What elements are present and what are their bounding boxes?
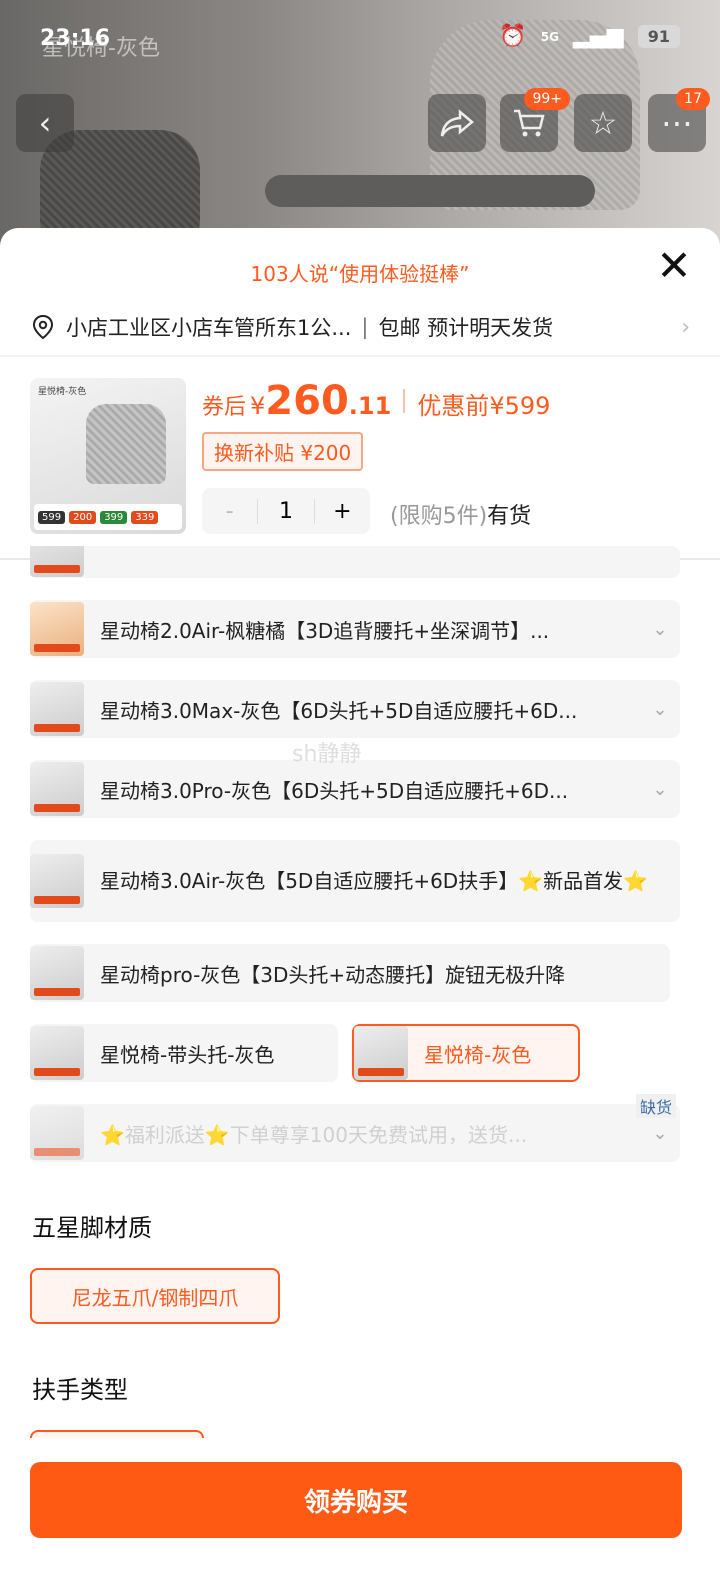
decrease-button[interactable]: -	[202, 499, 257, 524]
sku-selection-sheet: 103人说“使用体验挺棒” ✕ 小店工业区小店车管所东1公... | 包邮 预计…	[0, 228, 720, 1584]
quantity-stepper: - 1 +	[202, 488, 370, 534]
chevron-down-icon[interactable]: ⌄	[640, 1123, 680, 1144]
quantity-value[interactable]: 1	[257, 498, 315, 524]
trade-in-subsidy-badge: 换新补贴 ¥200	[202, 432, 364, 471]
option-label: 星动椅2.0Air-枫糖橘【3D追背腰托+坐深调节】...	[100, 618, 550, 643]
price-decimal: .11	[348, 392, 392, 420]
more-button[interactable]: ⋯ 17	[648, 88, 710, 152]
share-icon	[440, 109, 474, 137]
thumbnail-price-strip: 599 200 399 339	[34, 504, 182, 530]
close-icon: ✕	[656, 241, 692, 290]
thumbnail-chair	[86, 404, 166, 484]
option-thumbnail	[30, 762, 84, 816]
chevron-down-icon[interactable]: ⌄	[640, 699, 680, 720]
watermark: sh静静	[292, 742, 362, 767]
claim-coupon-buy-button[interactable]: 领券购买	[30, 1462, 682, 1538]
currency-symbol: ¥	[250, 392, 266, 420]
option-item-out-of-stock[interactable]: ⭐福利派送⭐下单尊享100天免费试用，送货... ⌄ 缺货	[30, 1094, 680, 1162]
option-thumbnail	[30, 946, 84, 1000]
option-label: 星动椅3.0Air-灰色【5D自适应腰托+6D扶手】⭐新品首发⭐	[100, 869, 649, 893]
option-thumbnail	[354, 1026, 408, 1080]
option-item[interactable]: 星动椅3.0Max-灰色【6D头托+5D自适应腰托+6D... ⌄	[30, 680, 680, 738]
option-item[interactable]: 星动椅2.0Air-枫糖橘【3D追背腰托+坐深调节】... ⌄	[30, 600, 680, 658]
cart-button[interactable]: 99+	[500, 88, 570, 152]
purchase-limit: (限购5件)	[390, 504, 488, 529]
option-item-selected[interactable]: 星悦椅-灰色	[352, 1024, 580, 1082]
delivery-address-row[interactable]: 小店工业区小店车管所东1公... | 包邮 预计明天发货 ›	[30, 306, 690, 348]
star-icon: ☆	[588, 104, 618, 142]
chevron-down-icon[interactable]: ⌄	[640, 619, 680, 640]
price-row: 券后 ¥ 260 .11 优惠前 ¥599	[202, 378, 550, 424]
product-summary: 星悦椅-灰色 599 200 399 339 券后 ¥ 260 .11 优惠前 …	[30, 378, 720, 558]
message-badge: 17	[676, 88, 710, 110]
option-label: 星动椅pro-灰色【3D头托+动态腰托】旋钮无极升降	[100, 962, 566, 987]
option-label: 星悦椅-灰色	[424, 1042, 532, 1067]
chevron-down-icon[interactable]: ⌄	[640, 779, 680, 800]
option-item[interactable]: 星悦椅-带头托-灰色	[30, 1024, 338, 1082]
coupon-price-label: 券后	[202, 395, 247, 420]
base-material-option[interactable]: 尼龙五爪/钢制四爪	[30, 1268, 280, 1324]
original-price: ¥599	[489, 392, 551, 420]
thumbnail-tag: 200	[69, 510, 97, 524]
bottom-action-bar: 领券购买	[0, 1438, 720, 1584]
chair-armrest	[265, 175, 595, 207]
review-highlight: 103人说“使用体验挺棒”	[250, 262, 470, 286]
back-button[interactable]: ‹	[16, 94, 74, 152]
location-pin-icon	[32, 314, 54, 340]
clock: 23:16	[40, 26, 111, 51]
divider	[0, 355, 720, 357]
close-button[interactable]: ✕	[652, 245, 696, 290]
product-thumbnail[interactable]: 星悦椅-灰色 599 200 399 339	[30, 378, 186, 534]
option-thumbnail	[30, 854, 84, 908]
alarm-icon: ⏰	[499, 24, 527, 49]
status-icons: ⏰ 5G ▂▄▆ 91	[499, 24, 680, 49]
stock-info: (限购5件)有货	[390, 498, 531, 530]
out-of-stock-badge: 缺货	[635, 1094, 676, 1118]
status-bar: 星悦椅-灰色 23:16 ⏰ 5G ▂▄▆ 91	[0, 0, 720, 80]
option-item[interactable]: 星动椅3.0Air-灰色【5D自适应腰托+6D扶手】⭐新品首发⭐	[30, 840, 680, 922]
section-title-armrest: 扶手类型	[32, 1376, 128, 1404]
thumbnail-label: 星悦椅-灰色	[38, 387, 87, 397]
thumbnail-tag: 599	[38, 510, 66, 524]
option-item[interactable]: 星动椅3.0Pro-灰色【6D头托+5D自适应腰托+6D... ⌄	[30, 760, 680, 818]
favorite-button[interactable]: ☆	[574, 94, 632, 152]
price-integer: 260	[265, 378, 349, 424]
option-thumbnail	[30, 602, 84, 656]
increase-button[interactable]: +	[315, 499, 370, 524]
separator: |	[361, 315, 369, 339]
thumbnail-tag: 399	[100, 510, 128, 524]
option-thumbnail	[30, 1026, 84, 1080]
chevron-left-icon: ‹	[38, 104, 52, 142]
thumbnail-tag: 339	[131, 510, 159, 524]
option-item[interactable]: 星动椅pro-灰色【3D头托+动态腰托】旋钮无极升降	[30, 944, 670, 1002]
address-text: 小店工业区小店车管所东1公...	[66, 316, 352, 340]
cart-badge: 99+	[524, 88, 570, 110]
option-thumbnail	[30, 682, 84, 736]
option-partially-hidden[interactable]	[30, 546, 680, 578]
signal-icon: ▂▄▆	[572, 24, 624, 49]
option-thumbnail	[30, 1106, 84, 1160]
share-button[interactable]	[428, 94, 486, 152]
option-label: 星动椅3.0Pro-灰色【6D头托+5D自适应腰托+6D...	[100, 778, 569, 803]
price-divider	[403, 389, 406, 413]
chevron-right-icon: ›	[681, 314, 690, 340]
option-label: ⭐福利派送⭐下单尊享100天免费试用，送货...	[100, 1122, 528, 1147]
cart-icon	[514, 109, 545, 137]
battery-indicator: 91	[637, 25, 680, 48]
network-label: 5G	[540, 29, 559, 44]
option-label: 星悦椅-带头托-灰色	[100, 1042, 275, 1067]
shipping-info: 包邮 预计明天发货	[378, 316, 554, 340]
stock-status: 有货	[487, 504, 532, 529]
section-title-base-material: 五星脚材质	[32, 1214, 152, 1242]
option-label: 星动椅3.0Max-灰色【6D头托+5D自适应腰托+6D...	[100, 698, 578, 723]
original-price-label: 优惠前	[417, 392, 490, 420]
